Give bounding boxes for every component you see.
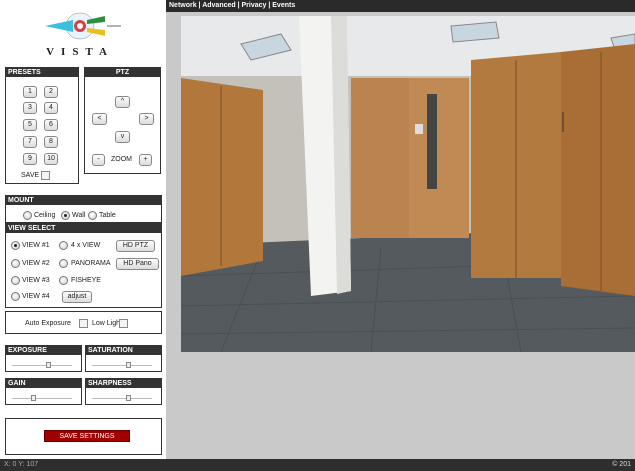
preset-1-button[interactable]: 1: [23, 86, 37, 98]
adjust-button[interactable]: adjust: [62, 291, 92, 303]
sharpness-slider[interactable]: [92, 395, 152, 401]
view-3-radio[interactable]: [11, 276, 20, 285]
exposure-panel: EXPOSURE: [5, 345, 82, 372]
saturation-panel: SATURATION: [85, 345, 162, 372]
saturation-slider-track: [92, 365, 152, 366]
presets-header: PRESETS: [6, 68, 78, 77]
view-2-label: VIEW #2: [22, 260, 50, 267]
auto-exposure-checkbox[interactable]: [79, 319, 88, 328]
view-panorama-radio[interactable]: [59, 259, 68, 268]
exposure-header: EXPOSURE: [6, 346, 81, 355]
view-select-panel: VIEW SELECT VIEW #1 4 x VIEW HD PTZ VIEW…: [5, 223, 162, 308]
preset-10-button[interactable]: 10: [44, 153, 58, 165]
gain-slider-knob[interactable]: [31, 395, 36, 401]
logo-icon: [45, 12, 121, 40]
preset-save-checkbox[interactable]: [41, 171, 50, 180]
view-4x-label: 4 x VIEW: [71, 242, 101, 249]
sharpness-panel: SHARPNESS: [85, 378, 162, 405]
preset-3-button[interactable]: 3: [23, 102, 37, 114]
ptz-header: PTZ: [85, 68, 160, 77]
mount-ceiling-radio[interactable]: [23, 211, 32, 220]
preset-9-button[interactable]: 9: [23, 153, 37, 165]
view-4-label: VIEW #4: [22, 293, 50, 300]
save-settings-panel: SAVE SETTINGS: [5, 418, 162, 455]
mount-header: MOUNT: [6, 196, 161, 205]
exposure-slider-track: [12, 365, 72, 366]
mount-wall-label: Wall: [72, 212, 86, 219]
zoom-label: ZOOM: [111, 156, 132, 163]
view-4x-radio[interactable]: [59, 241, 68, 250]
view-panorama-label: PANORAMA: [71, 260, 111, 267]
preset-5-button[interactable]: 5: [23, 119, 37, 131]
preset-4-button[interactable]: 4: [44, 102, 58, 114]
mount-table-label: Table: [99, 212, 116, 219]
gain-panel: GAIN: [5, 378, 82, 405]
zoom-in-button[interactable]: +: [139, 154, 152, 166]
mount-table-radio[interactable]: [88, 211, 97, 220]
auto-exposure-label: Auto Exposure: [25, 320, 71, 327]
sharpness-slider-track: [92, 398, 152, 399]
presets-panel: PRESETS 1 2 3 4 5 6 7 8 9 10 SAVE: [5, 67, 79, 184]
camera-scene-image: [181, 16, 635, 352]
exposure-slider[interactable]: [12, 362, 72, 368]
preset-8-button[interactable]: 8: [44, 136, 58, 148]
cursor-coordinates: X: 0 Y: 107: [4, 461, 39, 468]
view-1-radio[interactable]: [11, 241, 20, 250]
copyright-text: © 201: [612, 461, 631, 468]
view-select-header: VIEW SELECT: [6, 224, 161, 233]
vista-logo: VISTA: [25, 8, 135, 64]
view-4-radio[interactable]: [11, 292, 20, 301]
ptz-down-button[interactable]: v: [115, 131, 130, 143]
preset-7-button[interactable]: 7: [23, 136, 37, 148]
preset-save-label: SAVE: [21, 172, 40, 179]
sharpness-slider-knob[interactable]: [126, 395, 131, 401]
ptz-panel: PTZ ^ < > v - ZOOM +: [84, 67, 161, 174]
zoom-out-button[interactable]: -: [92, 154, 105, 166]
low-light-label: Low Light: [92, 320, 122, 327]
gain-slider[interactable]: [12, 395, 72, 401]
low-light-checkbox[interactable]: [119, 319, 128, 328]
ptz-up-button[interactable]: ^: [115, 96, 130, 108]
mount-wall-radio[interactable]: [61, 211, 70, 220]
saturation-header: SATURATION: [86, 346, 161, 355]
hd-pano-button[interactable]: HD Pano: [116, 258, 159, 270]
exposure-slider-knob[interactable]: [46, 362, 51, 368]
preset-6-button[interactable]: 6: [44, 119, 58, 131]
ptz-left-button[interactable]: <: [92, 113, 107, 125]
mount-ceiling-label: Ceiling: [34, 212, 56, 219]
preset-2-button[interactable]: 2: [44, 86, 58, 98]
top-nav-links[interactable]: Network | Advanced | Privacy | Events: [166, 0, 635, 12]
view-2-radio[interactable]: [11, 259, 20, 268]
status-bar: X: 0 Y: 107 © 201: [0, 459, 635, 471]
view-3-label: VIEW #3: [22, 277, 50, 284]
gain-header: GAIN: [6, 379, 81, 388]
view-1-label: VIEW #1: [22, 242, 50, 249]
ptz-right-button[interactable]: >: [139, 113, 154, 125]
sharpness-header: SHARPNESS: [86, 379, 161, 388]
camera-video-feed[interactable]: [166, 12, 635, 352]
gain-slider-track: [12, 398, 72, 399]
mount-panel: MOUNT Ceiling Wall Table: [5, 195, 162, 223]
hd-ptz-button[interactable]: HD PTZ: [116, 240, 155, 252]
saturation-slider-knob[interactable]: [126, 362, 131, 368]
view-fisheye-label: FISHEYE: [71, 277, 101, 284]
control-panel: VISTA PRESETS 1 2 3 4 5 6 7 8 9 10 SAVE …: [0, 0, 166, 459]
exposure-options-panel: Auto Exposure Low Light: [5, 311, 162, 334]
save-settings-button[interactable]: SAVE SETTINGS: [44, 430, 130, 442]
saturation-slider[interactable]: [92, 362, 152, 368]
view-fisheye-radio[interactable]: [59, 276, 68, 285]
logo-text: VISTA: [46, 46, 114, 58]
